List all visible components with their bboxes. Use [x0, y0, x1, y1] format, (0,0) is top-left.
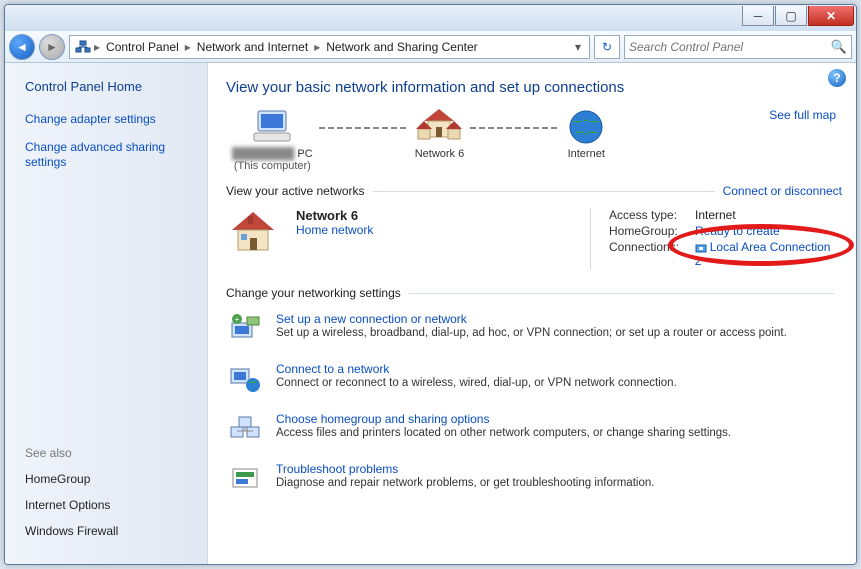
- pc-subtitle: (This computer): [232, 160, 313, 172]
- setup-connection-desc: Set up a wireless, broadband, dial-up, a…: [276, 327, 840, 339]
- network-center-icon: [74, 38, 92, 56]
- network-map: ████████ PC (This computer) Network 6: [226, 106, 842, 178]
- connect-network-desc: Connect or reconnect to a wireless, wire…: [276, 377, 840, 389]
- connection-line: [319, 127, 409, 129]
- see-also-heading: See also: [25, 446, 195, 460]
- change-adapter-settings-link[interactable]: Change adapter settings: [25, 112, 195, 128]
- chevron-right-icon: ▸: [185, 40, 191, 54]
- see-also-windows-firewall[interactable]: Windows Firewall: [25, 524, 195, 538]
- svg-text:+: +: [235, 315, 240, 324]
- homegroup-label: HomeGroup:: [609, 224, 695, 238]
- see-also-homegroup[interactable]: HomeGroup: [25, 472, 195, 486]
- network-label: Network 6: [415, 148, 465, 160]
- see-full-map-link[interactable]: See full map: [769, 108, 836, 122]
- network-info: Network 6 Home network: [296, 208, 576, 270]
- connection-line: [470, 127, 560, 129]
- connection-link[interactable]: Local Area Connection 2: [695, 240, 831, 268]
- homegroup-link[interactable]: Ready to create: [695, 224, 780, 238]
- map-internet: Internet: [566, 106, 606, 172]
- connections-label: Connections:: [609, 240, 695, 268]
- connect-network-icon: [228, 362, 262, 396]
- computer-icon: [232, 106, 313, 148]
- minimize-button[interactable]: ─: [742, 6, 774, 26]
- networking-settings-section: Change your networking settings + Set up…: [226, 286, 842, 504]
- forward-button[interactable]: ►: [39, 34, 65, 60]
- address-bar: ◄ ► ▸ Control Panel ▸ Network and Intern…: [5, 31, 856, 63]
- main-content: ? View your basic network information an…: [208, 63, 856, 564]
- breadcrumb[interactable]: ▸ Control Panel ▸ Network and Internet ▸…: [69, 35, 590, 59]
- multi-house-icon: [415, 106, 465, 148]
- search-icon: 🔍: [831, 39, 847, 55]
- search-box[interactable]: 🔍: [624, 35, 852, 59]
- map-nodes: ████████ PC (This computer) Network 6: [232, 106, 606, 172]
- control-panel-home-link[interactable]: Control Panel Home: [25, 79, 195, 94]
- ethernet-icon: [695, 242, 707, 254]
- breadcrumb-item[interactable]: Control Panel: [102, 38, 183, 56]
- troubleshoot-icon: [228, 462, 262, 496]
- internet-label: Internet: [566, 148, 606, 160]
- back-button[interactable]: ◄: [9, 34, 35, 60]
- connect-disconnect-link[interactable]: Connect or disconnect: [723, 184, 842, 198]
- maximize-button[interactable]: ▢: [775, 6, 807, 26]
- body: Control Panel Home Change adapter settin…: [5, 63, 856, 564]
- connect-network-item: Connect to a networkConnect or reconnect…: [226, 354, 842, 404]
- active-networks-section: View your active networks Connect or dis…: [226, 184, 842, 280]
- homegroup-icon: [228, 412, 262, 446]
- access-type-label: Access type:: [609, 208, 695, 222]
- chevron-right-icon: ▸: [314, 40, 320, 54]
- troubleshoot-link[interactable]: Troubleshoot problems: [276, 462, 840, 476]
- troubleshoot-item: Troubleshoot problemsDiagnose and repair…: [226, 454, 842, 504]
- network-type-link[interactable]: Home network: [296, 223, 373, 237]
- breadcrumb-item[interactable]: Network and Internet: [193, 38, 312, 56]
- connect-network-link[interactable]: Connect to a network: [276, 362, 840, 376]
- window: ─ ▢ ✕ ◄ ► ▸ Control Panel ▸ Network and …: [4, 4, 857, 565]
- page-title: View your basic network information and …: [226, 79, 842, 96]
- close-button[interactable]: ✕: [808, 6, 854, 26]
- homegroup-options-desc: Access files and printers located on oth…: [276, 427, 840, 439]
- setup-connection-link[interactable]: Set up a new connection or network: [276, 312, 840, 326]
- search-input[interactable]: [629, 40, 831, 54]
- chevron-right-icon: ▸: [94, 40, 100, 54]
- titlebar: ─ ▢ ✕: [5, 5, 856, 31]
- sidebar: Control Panel Home Change adapter settin…: [5, 63, 208, 564]
- breadcrumb-dropdown[interactable]: ▾: [571, 40, 585, 54]
- setup-connection-icon: +: [228, 312, 262, 346]
- change-advanced-sharing-link[interactable]: Change advanced sharing settings: [25, 140, 195, 171]
- setup-connection-item: + Set up a new connection or networkSet …: [226, 304, 842, 354]
- house-icon: [228, 208, 282, 270]
- settings-heading: Change your networking settings: [226, 286, 401, 300]
- troubleshoot-desc: Diagnose and repair network problems, or…: [276, 477, 840, 489]
- globe-icon: [566, 106, 606, 148]
- refresh-button[interactable]: ↻: [594, 35, 620, 59]
- help-icon[interactable]: ?: [828, 69, 846, 87]
- pc-label: PC: [297, 148, 312, 160]
- see-also: See also HomeGroup Internet Options Wind…: [25, 446, 195, 550]
- map-this-computer: ████████ PC (This computer): [232, 106, 313, 172]
- see-also-internet-options[interactable]: Internet Options: [25, 498, 195, 512]
- network-name: Network 6: [296, 208, 576, 223]
- pc-name-blurred: ████████: [232, 148, 294, 160]
- homegroup-options-link[interactable]: Choose homegroup and sharing options: [276, 412, 840, 426]
- network-details: Access type:Internet HomeGroup:Ready to …: [590, 208, 840, 270]
- map-network: Network 6: [415, 106, 465, 172]
- access-type-value: Internet: [695, 208, 736, 222]
- breadcrumb-item[interactable]: Network and Sharing Center: [322, 38, 481, 56]
- active-networks-heading: View your active networks: [226, 184, 365, 198]
- homegroup-options-item: Choose homegroup and sharing optionsAcce…: [226, 404, 842, 454]
